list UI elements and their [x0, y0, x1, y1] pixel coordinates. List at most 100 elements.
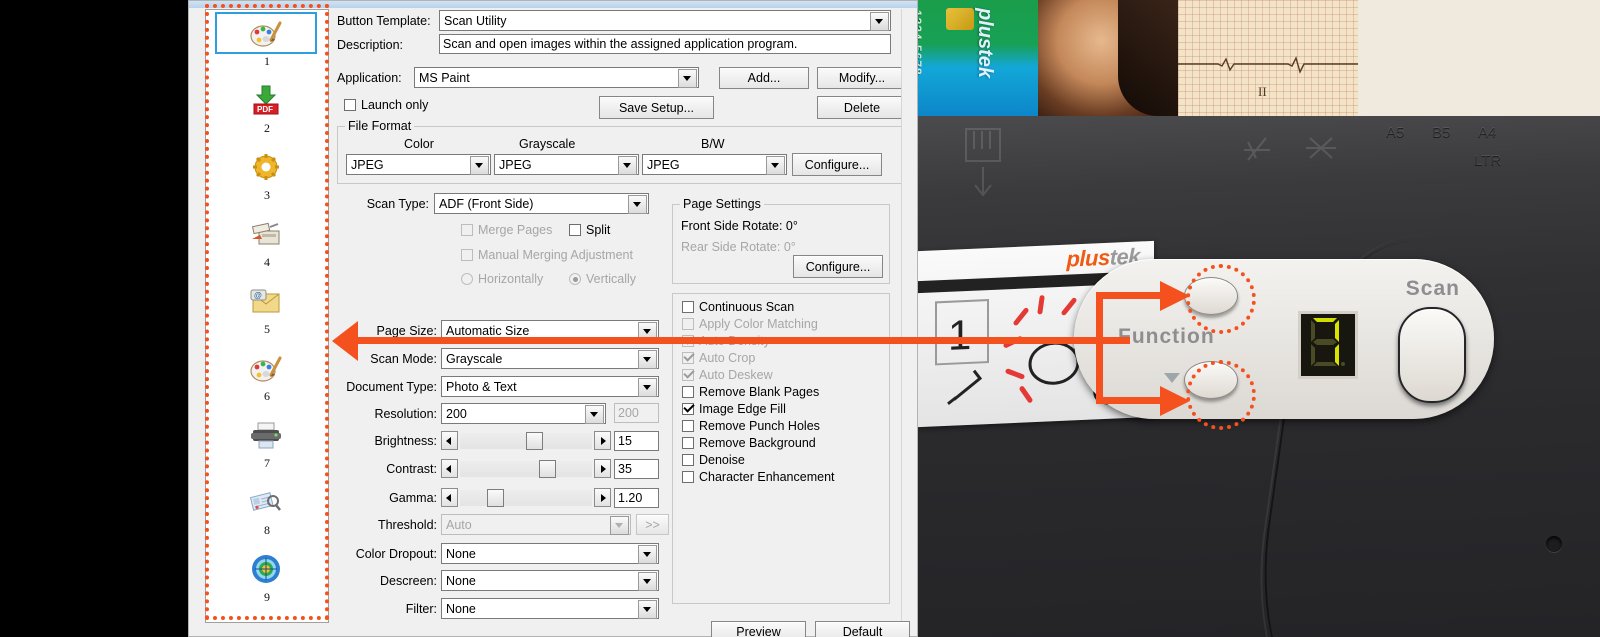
slider-left-arrow-icon[interactable] [441, 431, 458, 450]
color-format-value: JPEG [351, 158, 384, 172]
resolution-value: 200 [446, 407, 467, 421]
no-staples-icon [1244, 137, 1270, 161]
chevron-down-icon[interactable] [628, 195, 647, 214]
option-remove-blank-pages[interactable]: Remove Blank Pages [682, 385, 819, 400]
merge-pages-checkbox[interactable]: Merge Pages [461, 223, 552, 238]
svg-text:1: 1 [948, 311, 971, 359]
resolution-select[interactable]: 200 [441, 403, 606, 424]
manual-merging-adjustment-checkbox[interactable]: Manual Merging Adjustment [461, 248, 633, 263]
gamma-slider[interactable] [441, 488, 611, 509]
threshold-value: Auto [446, 518, 472, 532]
scan-mode-select[interactable]: Grayscale [441, 348, 659, 369]
threshold-label: Threshold: [377, 518, 437, 532]
application-select[interactable]: MS Paint [414, 67, 699, 88]
file-format-caption: File Format [345, 119, 415, 133]
annotation-button-list-highlight [205, 4, 329, 620]
color-dropout-select[interactable]: None [441, 543, 659, 564]
vertically-radio[interactable]: Vertically [569, 272, 636, 287]
scan-mode-label: Scan Mode: [370, 352, 437, 366]
modify-button[interactable]: Modify... [817, 67, 907, 89]
slider-thumb[interactable] [539, 460, 556, 478]
split-checkbox[interactable]: Split [569, 223, 610, 238]
descreen-label: Descreen: [380, 574, 437, 588]
preview-button[interactable]: Preview [711, 621, 806, 637]
slider-thumb[interactable] [487, 489, 504, 507]
option-image-edge-fill[interactable]: Image Edge Fill [682, 402, 786, 417]
descreen-select[interactable]: None [441, 570, 659, 591]
file-format-configure-button[interactable]: Configure... [792, 153, 882, 176]
card-brand-text: plustek [974, 8, 996, 79]
chevron-down-icon[interactable] [610, 516, 629, 535]
scanner-control-plate: Function Scan [1074, 259, 1494, 419]
default-button[interactable]: Default [815, 621, 910, 637]
scan-type-select[interactable]: ADF (Front Side) [434, 193, 649, 214]
option-character-enhancement[interactable]: Character Enhancement [682, 470, 835, 485]
add-button[interactable]: Add... [719, 67, 809, 89]
chevron-down-icon[interactable] [618, 156, 637, 175]
application-label: Application: [337, 71, 402, 85]
brightness-label: Brightness: [374, 434, 437, 448]
delete-button[interactable]: Delete [817, 96, 907, 119]
color-format-select[interactable]: JPEG [346, 154, 491, 175]
option-remove-punch-holes[interactable]: Remove Punch Holes [682, 419, 820, 434]
ecg-trace-icon [1178, 56, 1358, 74]
document-type-select[interactable]: Photo & Text [441, 376, 659, 397]
option-continuous-scan[interactable]: Continuous Scan [682, 300, 794, 315]
scan-type-value: ADF (Front Side) [439, 197, 534, 211]
page-settings-configure-button[interactable]: Configure... [793, 255, 883, 278]
chevron-down-icon[interactable] [638, 378, 657, 397]
option-remove-background[interactable]: Remove Background [682, 436, 816, 451]
sample-blank [1358, 0, 1600, 116]
gamma-label: Gamma: [389, 491, 437, 505]
button-template-label: Button Template: [337, 14, 431, 28]
threshold-more-button[interactable]: >> [636, 514, 669, 535]
chevron-down-icon[interactable] [638, 572, 657, 591]
horizontally-radio[interactable]: Horizontally [461, 272, 543, 287]
ecg-lead-label: II [1258, 84, 1267, 99]
brightness-value-field[interactable]: 15 [614, 431, 659, 451]
brightness-slider[interactable] [441, 431, 611, 452]
bw-format-select[interactable]: JPEG [642, 154, 787, 175]
save-setup-button[interactable]: Save Setup... [599, 96, 714, 119]
slider-left-arrow-icon[interactable] [441, 459, 458, 478]
option-auto-deskew[interactable]: Auto Deskew [682, 368, 773, 383]
descreen-value: None [446, 574, 476, 588]
scan-sample-strip: 1234 5678 plustek II [918, 0, 1600, 116]
chevron-down-icon[interactable] [870, 12, 889, 31]
slider-right-arrow-icon[interactable] [594, 488, 611, 507]
option-apply-color-matching[interactable]: Apply Color Matching [682, 317, 818, 332]
slider-right-arrow-icon[interactable] [594, 431, 611, 450]
chevron-down-icon[interactable] [638, 350, 657, 369]
resolution-secondary-field: 200 [614, 403, 659, 423]
scan-button[interactable] [1398, 307, 1466, 403]
page-size-label: Page Size: [376, 324, 437, 338]
contrast-label: Contrast: [386, 462, 437, 476]
card-chip-icon [946, 8, 974, 30]
contrast-value-field[interactable]: 35 [614, 459, 659, 479]
chevron-down-icon[interactable] [638, 600, 657, 619]
filter-label: Filter: [405, 602, 437, 616]
slider-track[interactable] [460, 490, 592, 506]
option-denoise[interactable]: Denoise [682, 453, 745, 468]
chevron-down-icon[interactable] [766, 156, 785, 175]
threshold-select[interactable]: Auto [441, 514, 631, 535]
chevron-down-icon[interactable] [638, 545, 657, 564]
slider-right-arrow-icon[interactable] [594, 459, 611, 478]
launch-only-checkbox[interactable]: Launch only [344, 98, 428, 113]
body-screw-icon [1546, 536, 1562, 552]
chevron-down-icon[interactable] [470, 156, 489, 175]
slider-left-arrow-icon[interactable] [441, 488, 458, 507]
button-template-select[interactable]: Scan Utility [439, 10, 891, 31]
chevron-down-icon[interactable] [585, 405, 604, 424]
option-auto-crop[interactable]: Auto Crop [682, 351, 755, 366]
sample-ecg-chart: II [1178, 0, 1358, 116]
slider-thumb[interactable] [526, 432, 543, 450]
contrast-slider[interactable] [441, 459, 611, 480]
gamma-value-field[interactable]: 1.20 [614, 488, 659, 508]
slider-track[interactable] [460, 461, 592, 477]
chevron-down-icon[interactable] [678, 69, 697, 88]
grayscale-format-select[interactable]: JPEG [494, 154, 639, 175]
dialog-scrollbar[interactable] [901, 9, 917, 621]
filter-select[interactable]: None [441, 598, 659, 619]
description-field[interactable]: Scan and open images within the assigned… [439, 34, 891, 54]
